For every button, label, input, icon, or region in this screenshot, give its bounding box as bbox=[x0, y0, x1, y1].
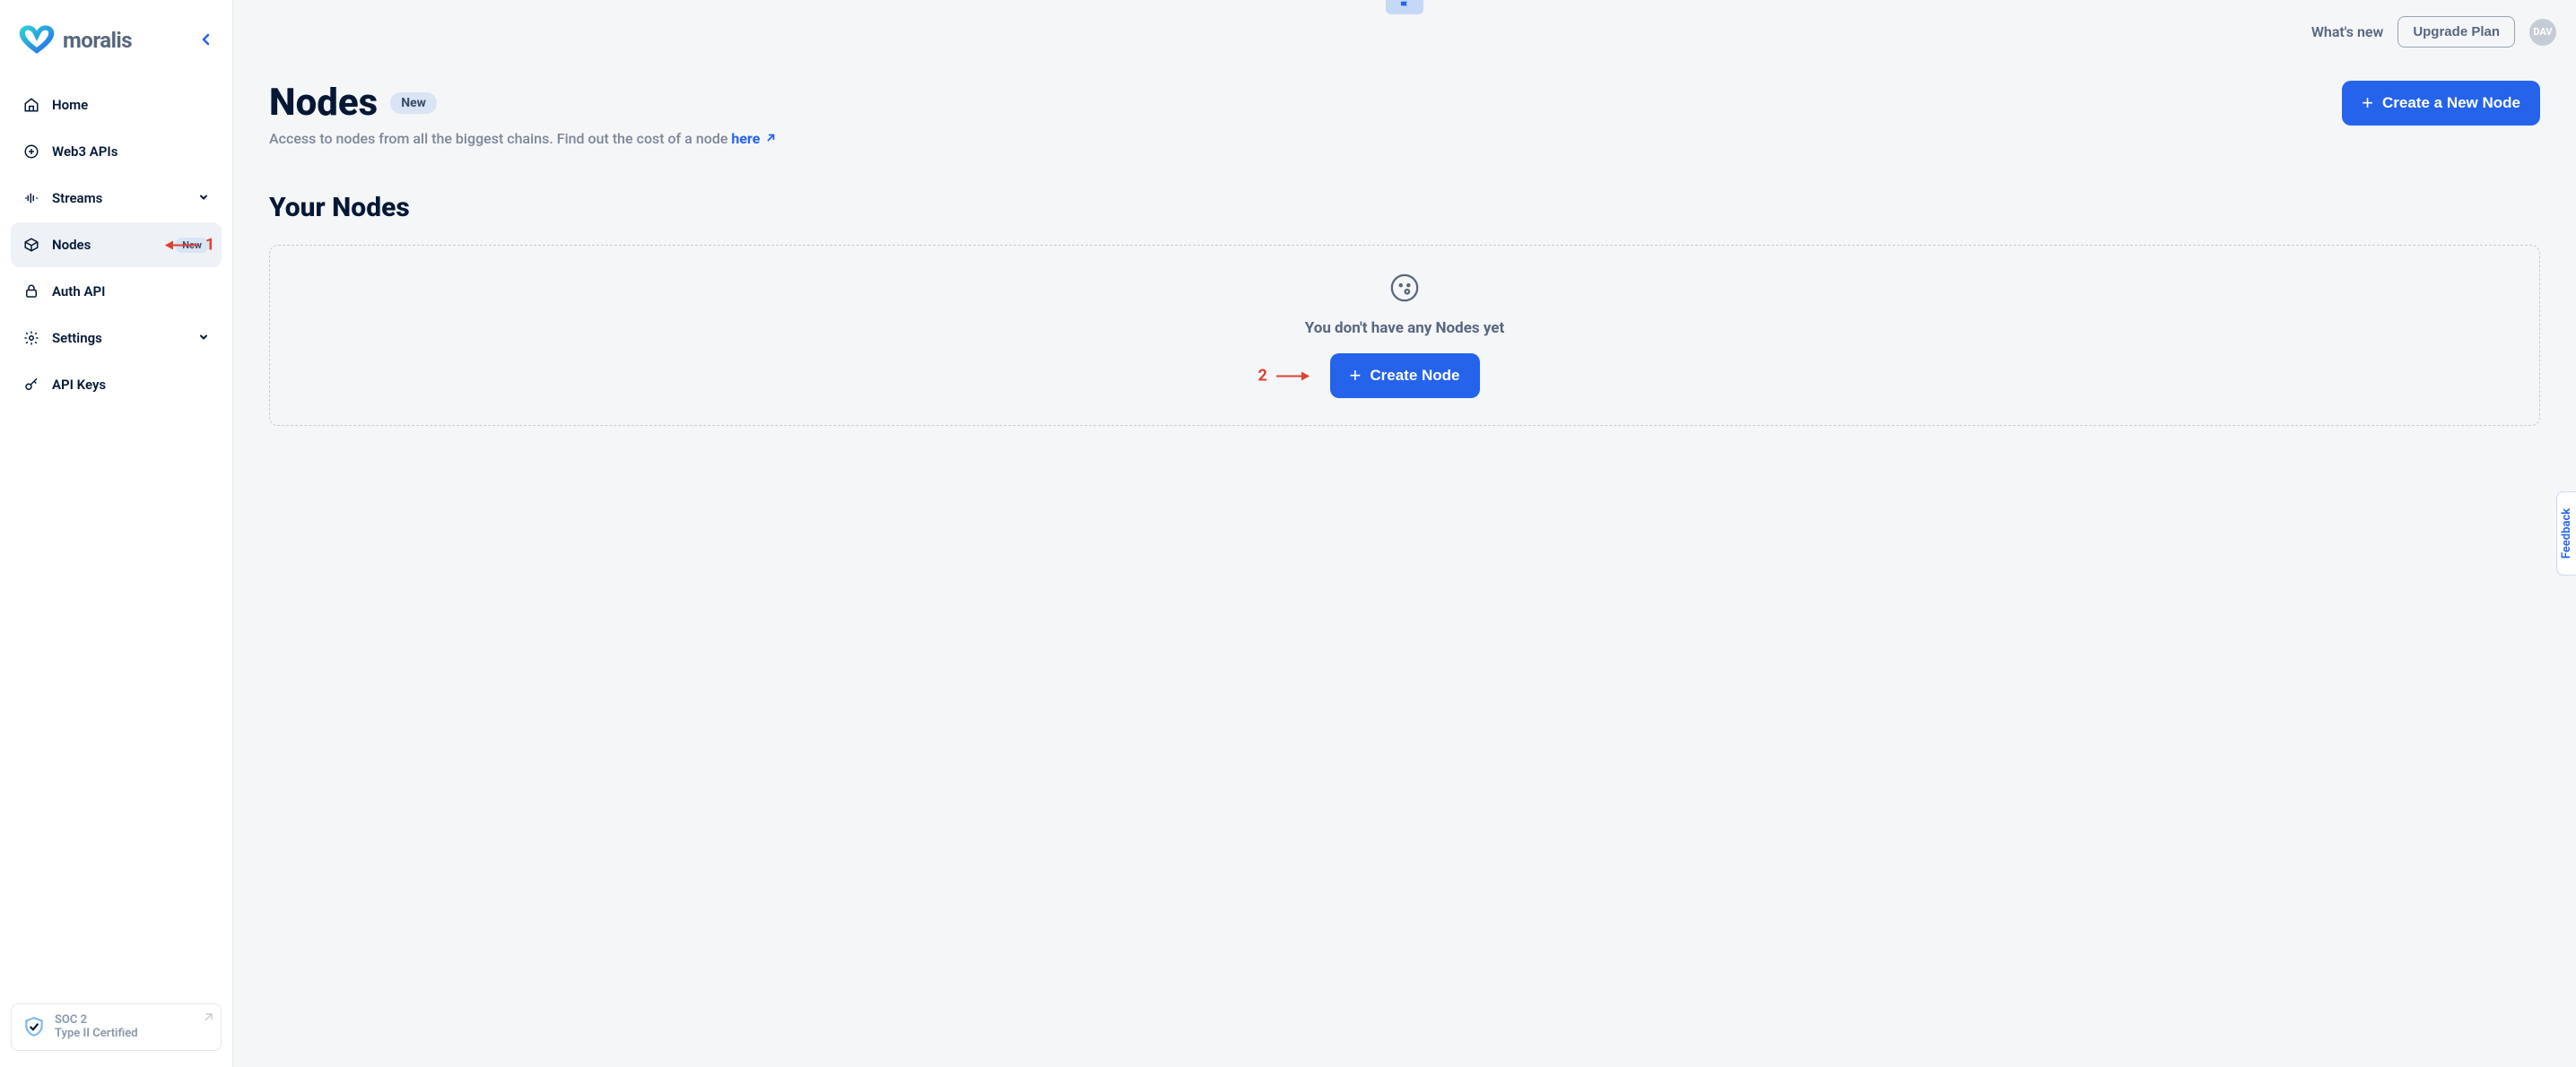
sidebar-item-label: Streams bbox=[52, 190, 186, 206]
annotation-1: 1 bbox=[166, 236, 214, 255]
cube-icon bbox=[23, 237, 39, 253]
whats-new-link[interactable]: What's new bbox=[2311, 23, 2383, 40]
logo-icon bbox=[18, 25, 56, 56]
external-link-icon bbox=[203, 1010, 213, 1027]
chevron-down-icon bbox=[198, 190, 209, 206]
topbar: What's new Upgrade Plan DAV bbox=[2311, 16, 2556, 48]
sidebar-item-nodes[interactable]: Nodes New 1 bbox=[11, 222, 222, 267]
chevron-left-icon bbox=[200, 33, 211, 46]
empty-text: You don't have any Nodes yet bbox=[1305, 319, 1505, 337]
home-icon bbox=[23, 97, 39, 113]
soc2-text: SOC 2 Type II Certified bbox=[55, 1013, 138, 1041]
sidebar-item-home[interactable]: Home bbox=[11, 82, 222, 127]
api-icon bbox=[23, 143, 39, 160]
sidebar-item-label: Auth API bbox=[52, 283, 209, 299]
page-title: Nodes bbox=[269, 81, 378, 125]
sidebar: moralis Home Web3 APIs bbox=[0, 0, 233, 1067]
sidebar-item-streams[interactable]: Streams bbox=[11, 176, 222, 221]
gear-icon bbox=[23, 330, 39, 346]
new-badge: New bbox=[390, 92, 437, 114]
surprised-face-icon bbox=[1389, 273, 1420, 303]
logo[interactable]: moralis bbox=[18, 25, 132, 56]
external-link-icon bbox=[765, 130, 776, 147]
sidebar-item-label: API Keys bbox=[52, 377, 209, 393]
flag-tab[interactable] bbox=[1386, 0, 1423, 14]
upgrade-plan-button[interactable]: Upgrade Plan bbox=[2398, 16, 2515, 48]
sidebar-item-web3-apis[interactable]: Web3 APIs bbox=[11, 129, 222, 174]
cost-link[interactable]: here bbox=[731, 130, 760, 147]
sidebar-item-label: Web3 APIs bbox=[52, 143, 209, 160]
logo-row: moralis bbox=[11, 16, 222, 82]
collapse-sidebar-button[interactable] bbox=[196, 29, 214, 53]
annotation-2: 2 bbox=[1258, 367, 1309, 386]
button-label: Create a New Node bbox=[2382, 94, 2520, 112]
create-node-button[interactable]: + Create Node bbox=[1330, 353, 1480, 398]
feedback-tab[interactable]: Feedback bbox=[2556, 491, 2576, 576]
sidebar-item-label: Nodes bbox=[52, 237, 162, 253]
streams-icon bbox=[23, 190, 39, 206]
key-icon bbox=[23, 377, 39, 393]
sidebar-item-settings[interactable]: Settings bbox=[11, 316, 222, 360]
sidebar-item-label: Home bbox=[52, 97, 209, 113]
sidebar-item-api-keys[interactable]: API Keys bbox=[11, 362, 222, 407]
avatar[interactable]: DAV bbox=[2529, 19, 2556, 46]
empty-state: You don't have any Nodes yet 2 + Create … bbox=[269, 245, 2540, 426]
button-label: Create Node bbox=[1370, 367, 1459, 385]
main: What's new Upgrade Plan DAV Nodes New Ac… bbox=[233, 0, 2576, 1067]
content: Nodes New Access to nodes from all the b… bbox=[233, 0, 2576, 462]
plus-icon: + bbox=[2362, 93, 2373, 113]
shield-check-icon bbox=[22, 1015, 46, 1038]
nav: Home Web3 APIs Streams bbox=[11, 82, 222, 407]
soc2-card[interactable]: SOC 2 Type II Certified bbox=[11, 1003, 222, 1051]
section-title: Your Nodes bbox=[269, 192, 2540, 223]
lock-icon bbox=[23, 283, 39, 299]
plus-icon: + bbox=[1350, 366, 1362, 386]
logo-text: moralis bbox=[63, 28, 132, 53]
sidebar-item-label: Settings bbox=[52, 330, 186, 346]
chevron-down-icon bbox=[198, 330, 209, 346]
sidebar-item-auth-api[interactable]: Auth API bbox=[11, 269, 222, 314]
create-new-node-button[interactable]: + Create a New Node bbox=[2342, 81, 2540, 126]
page-header: Nodes New Access to nodes from all the b… bbox=[269, 81, 2540, 147]
flag-icon bbox=[1398, 0, 1411, 13]
page-subtitle: Access to nodes from all the biggest cha… bbox=[269, 130, 776, 147]
